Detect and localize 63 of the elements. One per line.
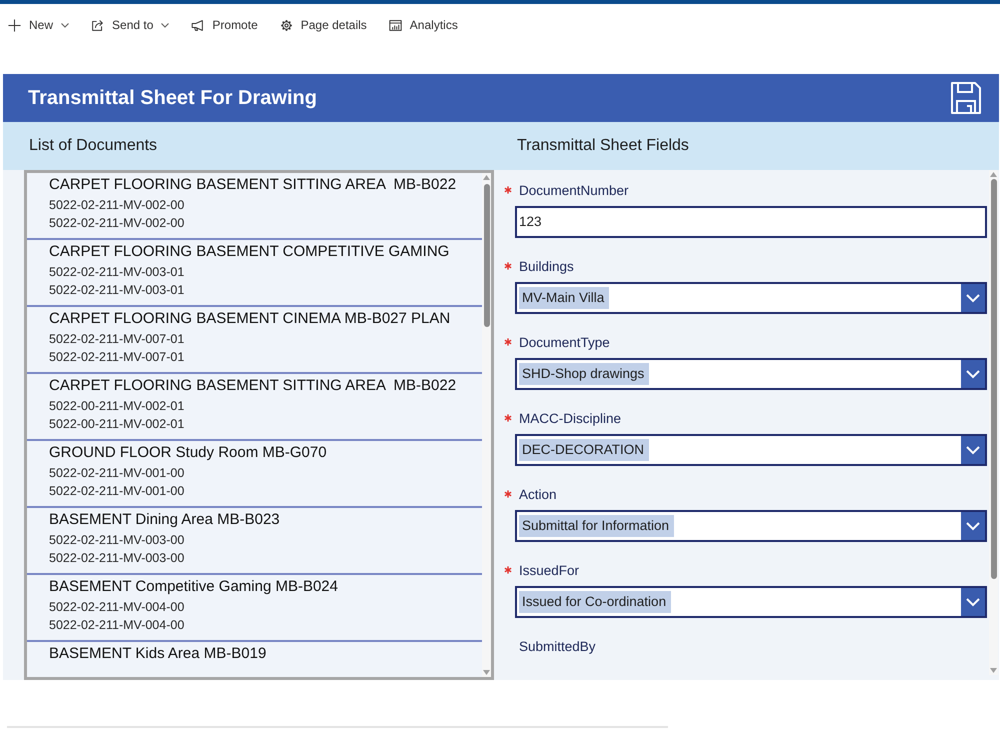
document-title: CARPET FLOORING BASEMENT COMPETITIVE GAMING [49,242,450,262]
field-label: DocumentNumber [518,182,629,200]
gear-icon [280,18,293,32]
field-label: SubmittedBy [518,638,596,656]
document-number: 5022-02-211-MV-002-00 [49,215,186,232]
document-title: CARPET FLOORING BASEMENT SITTING AREA MB-B022 [49,175,458,195]
document-title: BASEMENT Competitive Gaming MB-B024 [49,577,339,597]
document-number: 5022-02-211-MV-003-01 [49,264,186,281]
scrollbar-thumb[interactable] [990,179,996,579]
field-label: Action [518,486,557,504]
document-number: 5022-02-211-MV-003-01 [49,282,186,299]
document-number: 5022-02-211-MV-003-00 [49,550,186,567]
app-title: Transmittal Sheet For Drawing [28,86,317,110]
chevron-down-icon [961,512,985,540]
dropdown-field[interactable]: Issued for Co-ordination [515,586,987,618]
save-icon[interactable] [950,81,982,115]
send-to-button[interactable]: Send to [91,13,170,37]
dropdown-field[interactable]: Submittal for Information [515,510,987,542]
document-number: 5022-00-211-MV-002-01 [49,398,186,415]
document-number: 5022-02-211-MV-001-00 [49,483,186,500]
promote-button[interactable]: Promote [191,13,258,37]
plus-icon [8,18,21,32]
share-icon [91,18,104,32]
document-title: BASEMENT Kids Area MB-B019 [49,644,268,664]
page-details-button[interactable]: Page details [280,13,367,37]
scrollbar-thumb[interactable] [484,184,490,327]
field-label: MACC-Discipline [518,410,622,428]
document-number: 5022-02-211-MV-007-01 [49,349,186,366]
document-title: BASEMENT Dining Area MB-B023 [49,510,281,530]
dropdown-field[interactable]: MV-Main Villa [515,282,987,314]
text-input[interactable]: 123 [515,206,987,238]
fields-heading: Transmittal Sheet Fields [517,137,689,154]
document-number: 5022-02-211-MV-007-01 [49,331,186,348]
document-number: 5022-02-211-MV-004-00 [49,599,186,616]
document-number: 5022-02-211-MV-003-00 [49,532,186,549]
document-title: GROUND FLOOR Study Room MB-G070 [49,443,328,463]
document-number: 5022-02-211-MV-002-00 [49,197,186,214]
dropdown-field[interactable]: DEC-DECORATION [515,434,987,466]
megaphone-icon [191,18,204,32]
document-number: 5022-00-211-MV-002-01 [49,416,186,433]
chevron-down-icon [961,588,985,616]
chart-icon [388,18,402,32]
analytics-button[interactable]: Analytics [388,13,458,37]
dropdown-field[interactable]: SHD-Shop drawings [515,358,987,390]
new-button[interactable]: New [8,13,70,37]
documents-heading: List of Documents [29,137,158,154]
field-label: DocumentType [518,334,610,352]
document-number: 5022-02-211-MV-001-00 [49,465,186,482]
scroll-down-icon[interactable] [483,670,490,675]
chevron-down-icon [961,436,985,464]
scroll-up-icon[interactable] [990,172,997,177]
field-label: Buildings [518,258,574,276]
scrollbar[interactable] [482,173,491,677]
document-title: CARPET FLOORING BASEMENT SITTING AREA MB-B022 [49,376,458,396]
chevron-down-icon [961,284,985,312]
scrollbar[interactable] [989,170,998,675]
scroll-down-icon[interactable] [990,668,997,673]
document-title: CARPET FLOORING BASEMENT CINEMA MB-B027 PLAN [49,309,452,329]
document-number: 5022-02-211-MV-004-00 [49,617,186,634]
document-list-item[interactable]: BASEMENT Kids Area MB-B019 [27,642,482,671]
scroll-up-icon[interactable] [483,175,490,180]
field-label: IssuedFor [518,562,580,580]
chevron-down-icon [961,360,985,388]
